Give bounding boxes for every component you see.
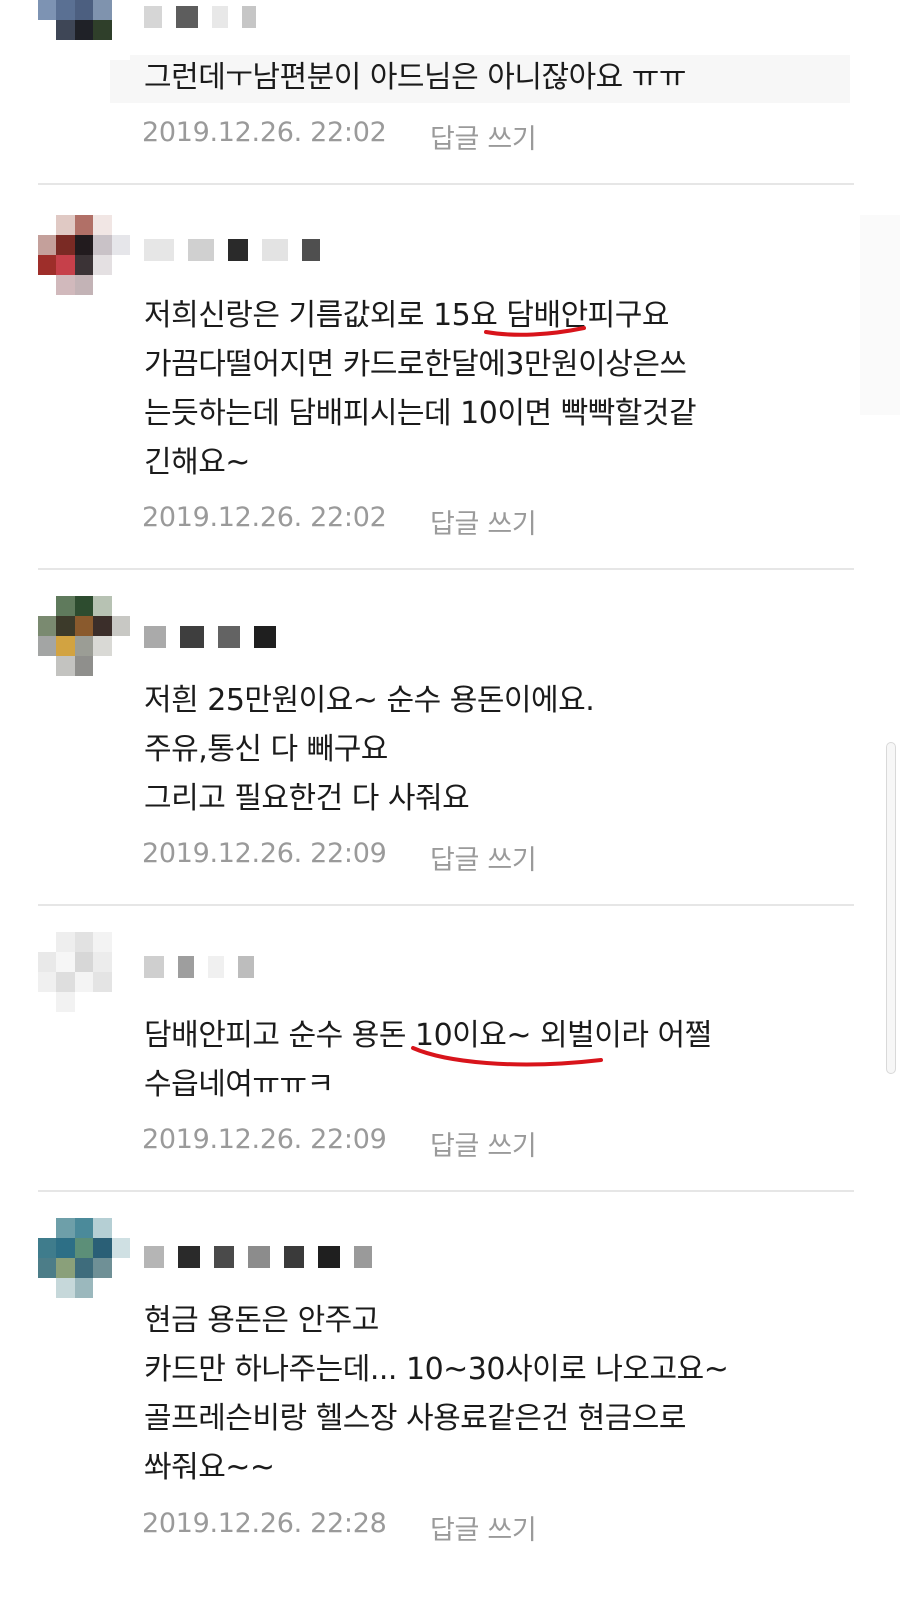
nickname-blurred[interactable] [144, 0, 256, 34]
comment-text: 저흰 25만원이요~ 순수 용돈이에요. 주유,통신 다 빼구요 그리고 필요한… [144, 676, 824, 823]
comment-line: 그런데ㅜ남편분이 아드님은 아니잖아요 ㅠㅠ [144, 60, 687, 95]
comment-text: 현금 용돈은 안주고 카드만 하나주는데... 10~30사이로 나오고요~ 골… [144, 1296, 824, 1492]
timestamp: 2019.12.26. 22:28 [142, 1508, 387, 1539]
comment-line: 담배안피고 순수 용돈 10이요~ 외벌이라 어쩔 [144, 1018, 712, 1053]
comment-line: 저희신랑은 기름값외로 15요 담배안피구요 [144, 298, 669, 333]
divider [38, 183, 854, 185]
divider [38, 1190, 854, 1192]
comment-line: 골프레슨비랑 헬스장 사용료같은건 현금으로 [144, 1401, 687, 1436]
faint-edge [860, 215, 900, 415]
nickname-blurred[interactable] [144, 233, 320, 267]
reply-button[interactable]: 답글 쓰기 [430, 1508, 537, 1547]
timestamp: 2019.12.26. 22:09 [142, 1124, 387, 1155]
comment-line: 주유,통신 다 빼구요 [144, 732, 388, 767]
comment-line: 그리고 필요한건 다 사줘요 [144, 781, 470, 816]
timestamp: 2019.12.26. 22:02 [142, 502, 387, 533]
avatar[interactable] [38, 596, 130, 676]
comment-meta: 2019.12.26. 22:28 답글 쓰기 [142, 1508, 537, 1546]
nickname-blurred[interactable] [144, 1240, 372, 1274]
comment-line: 카드만 하나주는데... 10~30사이로 나오고요~ [144, 1352, 729, 1387]
comment-line: 현금 용돈은 안주고 [144, 1303, 379, 1338]
avatar[interactable] [38, 0, 130, 60]
comment-text: 담배안피고 순수 용돈 10이요~ 외벌이라 어쩔 수읍네여ㅠㅠㅋ [144, 1011, 824, 1109]
reply-button[interactable]: 답글 쓰기 [430, 1124, 537, 1163]
comment-meta: 2019.12.26. 22:09 답글 쓰기 [142, 838, 537, 876]
divider [38, 568, 854, 570]
timestamp: 2019.12.26. 22:09 [142, 838, 387, 869]
comment-meta: 2019.12.26. 22:09 답글 쓰기 [142, 1124, 537, 1162]
nickname-blurred[interactable] [144, 950, 254, 984]
reply-button[interactable]: 답글 쓰기 [430, 502, 537, 541]
reply-button[interactable]: 답글 쓰기 [430, 838, 537, 877]
nickname-blurred[interactable] [144, 620, 276, 654]
comment-text: 그런데ㅜ남편분이 아드님은 아니잖아요 ㅠㅠ [144, 53, 824, 102]
comment-meta: 2019.12.26. 22:02 답글 쓰기 [142, 117, 537, 155]
divider [38, 904, 854, 906]
avatar[interactable] [38, 1218, 130, 1298]
avatar[interactable] [38, 215, 130, 295]
scrollbar-thumb[interactable] [886, 742, 896, 1074]
comment-line: 가끔다떨어지면 카드로한달에3만원이상은쓰 [144, 347, 687, 382]
comment-meta: 2019.12.26. 22:02 답글 쓰기 [142, 502, 537, 540]
comment-line: 저흰 25만원이요~ 순수 용돈이에요. [144, 683, 595, 718]
comment-line: 쏴줘요~~ [144, 1450, 275, 1485]
timestamp: 2019.12.26. 22:02 [142, 117, 387, 148]
avatar[interactable] [38, 932, 130, 1012]
comment-line: 는듯하는데 담배피시는데 10이면 빡빡할것같 [144, 396, 697, 431]
comment-line: 긴해요~ [144, 445, 250, 480]
comment-line: 수읍네여ㅠㅠㅋ [144, 1067, 334, 1102]
comment-text: 저희신랑은 기름값외로 15요 담배안피구요 가끔다떨어지면 카드로한달에3만원… [144, 291, 824, 487]
reply-button[interactable]: 답글 쓰기 [430, 117, 537, 156]
